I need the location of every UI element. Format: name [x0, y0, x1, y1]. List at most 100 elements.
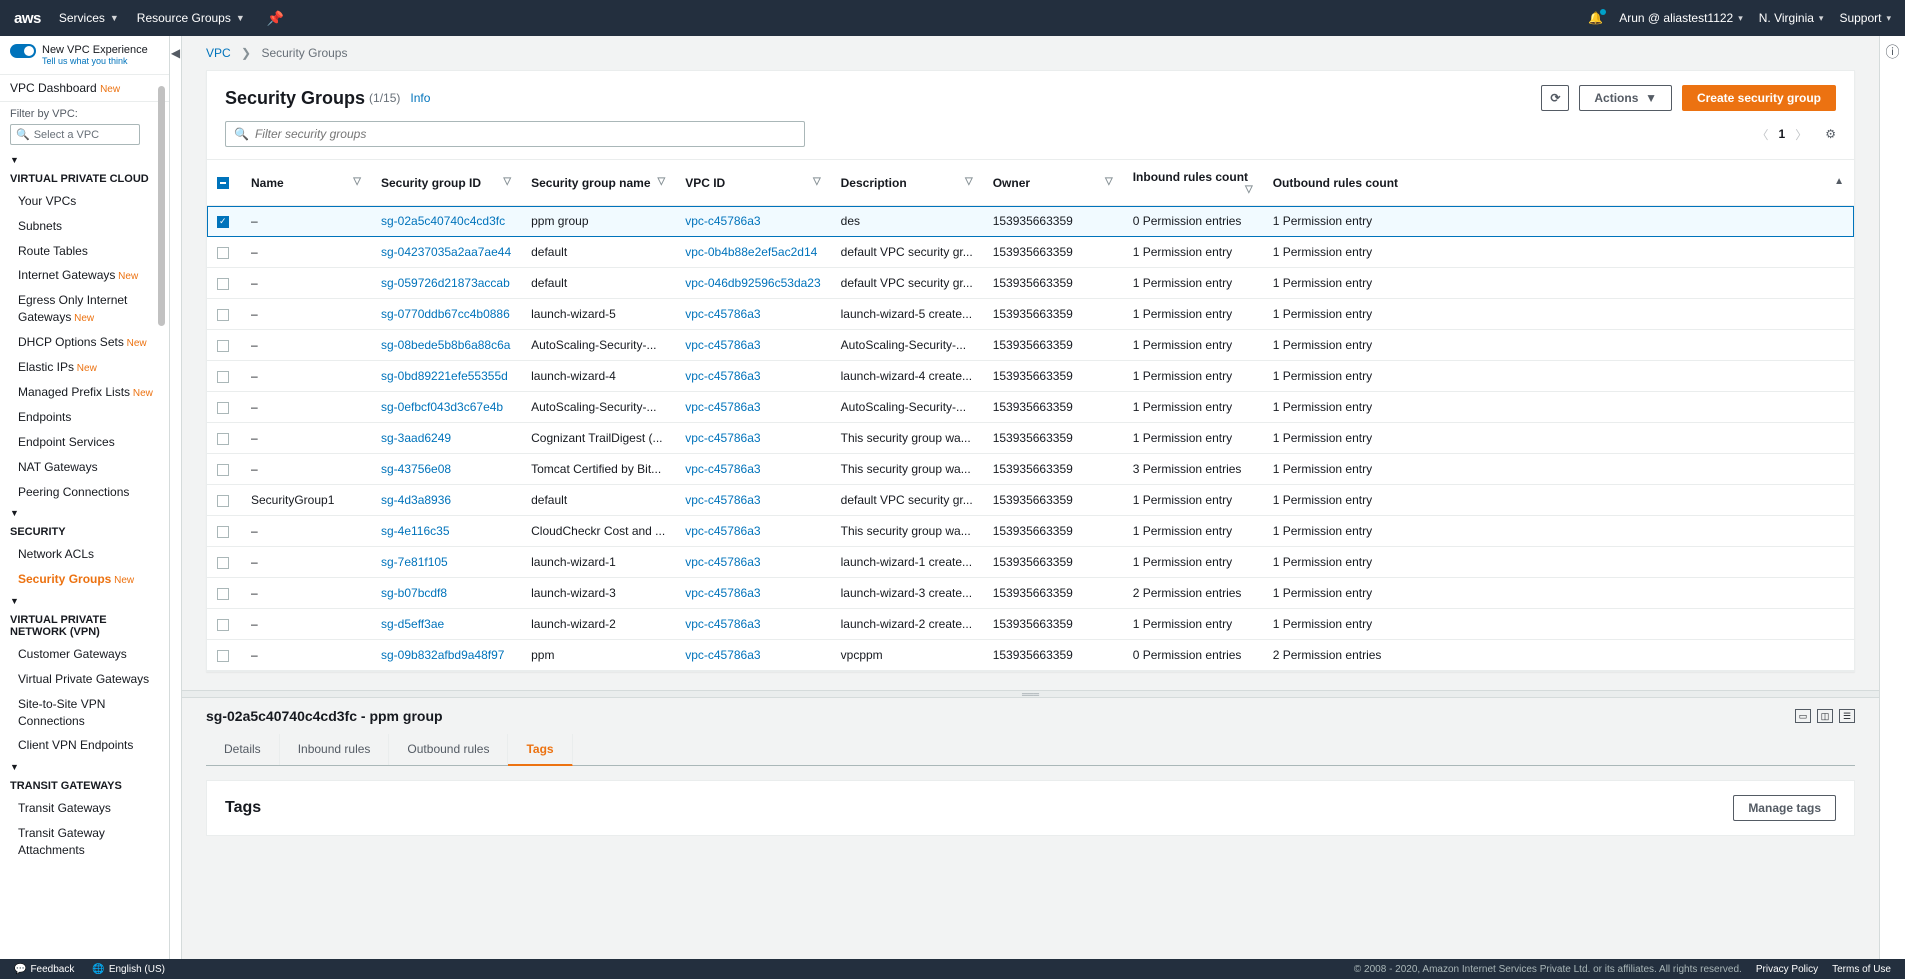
cell-vpc-link[interactable]: vpc-c45786a3 — [685, 648, 760, 662]
cell-vpc-link[interactable]: vpc-c45786a3 — [685, 307, 760, 321]
page-prev-button[interactable]: 〈 — [1757, 126, 1769, 143]
manage-tags-button[interactable]: Manage tags — [1733, 795, 1836, 821]
filter-input[interactable] — [255, 127, 796, 141]
sidebar-item-vpc[interactable]: Route Tables — [0, 239, 169, 264]
sidebar-item-vpc[interactable]: Subnets — [0, 214, 169, 239]
cell-vpc-link[interactable]: vpc-046db92596c53da23 — [685, 276, 820, 290]
table-row[interactable]: –sg-b07bcdf8launch-wizard-3vpc-c45786a3l… — [207, 578, 1854, 609]
cell-sgid-link[interactable]: sg-04237035a2aa7ae44 — [381, 245, 511, 259]
sidebar-item-vpn[interactable]: Site-to-Site VPN Connections — [0, 692, 169, 734]
cell-sgid-link[interactable]: sg-09b832afbd9a48f97 — [381, 648, 504, 662]
table-row[interactable]: –sg-7e81f105launch-wizard-1vpc-c45786a3l… — [207, 547, 1854, 578]
table-row[interactable]: –sg-0bd89221efe55355dlaunch-wizard-4vpc-… — [207, 361, 1854, 392]
row-checkbox[interactable] — [217, 526, 229, 538]
row-checkbox[interactable] — [217, 588, 229, 600]
page-next-button[interactable]: 〉 — [1795, 126, 1807, 143]
nav-resource-groups[interactable]: Resource Groups▼ — [137, 11, 245, 25]
cell-sgid-link[interactable]: sg-08bede5b8b6a88c6a — [381, 338, 510, 352]
cell-vpc-link[interactable]: vpc-c45786a3 — [685, 493, 760, 507]
sidebar-item-vpn[interactable]: Client VPN Endpoints — [0, 733, 169, 758]
sidebar-item-vpc[interactable]: Peering Connections — [0, 480, 169, 505]
info-panel-toggle[interactable]: ⓘ — [1879, 36, 1905, 959]
table-row[interactable]: –sg-d5eff3aelaunch-wizard-2vpc-c45786a3l… — [207, 609, 1854, 640]
sidebar-item-vpc[interactable]: Endpoints — [0, 405, 169, 430]
row-checkbox[interactable] — [217, 495, 229, 507]
table-row[interactable]: –sg-0efbcf043d3c67e4bAutoScaling-Securit… — [207, 392, 1854, 423]
refresh-button[interactable]: ⟳ — [1541, 85, 1569, 111]
tab-inbound[interactable]: Inbound rules — [280, 734, 390, 765]
row-checkbox[interactable] — [217, 247, 229, 259]
cell-sgid-link[interactable]: sg-4d3a8936 — [381, 493, 451, 507]
sidebar-item-transit[interactable]: Transit Gateway Attachments — [0, 821, 169, 863]
cell-vpc-link[interactable]: vpc-c45786a3 — [685, 462, 760, 476]
sidebar-item-vpn[interactable]: Customer Gateways — [0, 642, 169, 667]
table-row[interactable]: –sg-02a5c40740c4cd3fcppm groupvpc-c45786… — [207, 206, 1854, 237]
cell-vpc-link[interactable]: vpc-c45786a3 — [685, 431, 760, 445]
info-link[interactable]: Info — [410, 91, 430, 105]
row-checkbox[interactable] — [217, 650, 229, 662]
cell-vpc-link[interactable]: vpc-c45786a3 — [685, 617, 760, 631]
col-sgid[interactable]: Security group ID — [381, 176, 481, 190]
cell-sgid-link[interactable]: sg-7e81f105 — [381, 555, 448, 569]
row-checkbox[interactable] — [217, 464, 229, 476]
layout-split-icon[interactable]: ◫ — [1817, 709, 1833, 723]
sidebar-item-vpc[interactable]: Managed Prefix Lists New — [0, 380, 169, 405]
cell-vpc-link[interactable]: vpc-c45786a3 — [685, 555, 760, 569]
col-vpcid[interactable]: VPC ID — [685, 176, 725, 190]
sidebar-dashboard[interactable]: VPC Dashboard New — [0, 75, 169, 102]
cell-sgid-link[interactable]: sg-3aad6249 — [381, 431, 451, 445]
sidebar-item-vpn[interactable]: Virtual Private Gateways — [0, 667, 169, 692]
cell-sgid-link[interactable]: sg-02a5c40740c4cd3fc — [381, 214, 505, 228]
cell-sgid-link[interactable]: sg-059726d21873accab — [381, 276, 510, 290]
col-description[interactable]: Description — [841, 176, 907, 190]
nav-support[interactable]: Support▾ — [1839, 11, 1891, 25]
table-row[interactable]: –sg-09b832afbd9a48f97ppmvpc-c45786a3vpcp… — [207, 640, 1854, 671]
sidebar-item-vpc[interactable]: Elastic IPs New — [0, 355, 169, 380]
filter-icon[interactable]: ▽ — [965, 176, 973, 187]
row-checkbox[interactable] — [217, 278, 229, 290]
table-row[interactable]: –sg-0770ddb67cc4b0886launch-wizard-5vpc-… — [207, 299, 1854, 330]
section-caret[interactable]: ▼ — [0, 151, 169, 165]
pin-icon[interactable]: 📌 — [267, 10, 284, 27]
table-row[interactable]: –sg-43756e08Tomcat Certified by Bit...vp… — [207, 454, 1854, 485]
filter-search[interactable]: 🔍 — [225, 121, 805, 147]
section-caret[interactable]: ▼ — [0, 592, 169, 606]
create-security-group-button[interactable]: Create security group — [1682, 85, 1836, 111]
nav-account[interactable]: Arun @ aliastest1122▾ — [1619, 11, 1743, 25]
breadcrumb-vpc[interactable]: VPC — [206, 46, 231, 60]
feedback-link[interactable]: 💬Feedback — [14, 964, 74, 975]
section-caret[interactable]: ▼ — [0, 504, 169, 518]
row-checkbox[interactable] — [217, 216, 229, 228]
row-checkbox[interactable] — [217, 557, 229, 569]
terms-link[interactable]: Terms of Use — [1832, 964, 1891, 975]
sidebar-item-vpc[interactable]: NAT Gateways — [0, 455, 169, 480]
cell-sgid-link[interactable]: sg-b07bcdf8 — [381, 586, 447, 600]
sidebar-item-vpc[interactable]: Your VPCs — [0, 189, 169, 214]
table-row[interactable]: SecurityGroup1sg-4d3a8936defaultvpc-c457… — [207, 485, 1854, 516]
sidebar-collapse-icon[interactable]: ◀ — [170, 36, 182, 959]
row-checkbox[interactable] — [217, 619, 229, 631]
col-inbound[interactable]: Inbound rules count — [1133, 170, 1248, 184]
filter-icon[interactable]: ▽ — [353, 176, 361, 187]
actions-button[interactable]: Actions ▼ — [1579, 85, 1672, 111]
cell-vpc-link[interactable]: vpc-c45786a3 — [685, 524, 760, 538]
sidebar-item-security[interactable]: Network ACLs — [0, 542, 169, 567]
row-checkbox[interactable] — [217, 433, 229, 445]
filter-icon[interactable]: ▽ — [1105, 176, 1113, 187]
row-checkbox[interactable] — [217, 402, 229, 414]
cell-vpc-link[interactable]: vpc-c45786a3 — [685, 586, 760, 600]
settings-button[interactable]: ⚙ — [1825, 127, 1836, 141]
tab-outbound[interactable]: Outbound rules — [389, 734, 508, 765]
table-row[interactable]: –sg-3aad6249Cognizant TrailDigest (...vp… — [207, 423, 1854, 454]
tab-tags[interactable]: Tags — [508, 734, 572, 766]
cell-sgid-link[interactable]: sg-0770ddb67cc4b0886 — [381, 307, 510, 321]
row-checkbox[interactable] — [217, 340, 229, 352]
aws-logo[interactable]: aws — [14, 10, 41, 27]
filter-icon[interactable]: ▽ — [657, 176, 665, 187]
sidebar-item-transit[interactable]: Transit Gateways — [0, 796, 169, 821]
sort-icon[interactable]: ▲ — [1834, 176, 1844, 187]
select-all-checkbox[interactable] — [217, 177, 229, 189]
col-sgname[interactable]: Security group name — [531, 176, 650, 190]
filter-icon[interactable]: ▽ — [813, 176, 821, 187]
cell-vpc-link[interactable]: vpc-c45786a3 — [685, 214, 760, 228]
